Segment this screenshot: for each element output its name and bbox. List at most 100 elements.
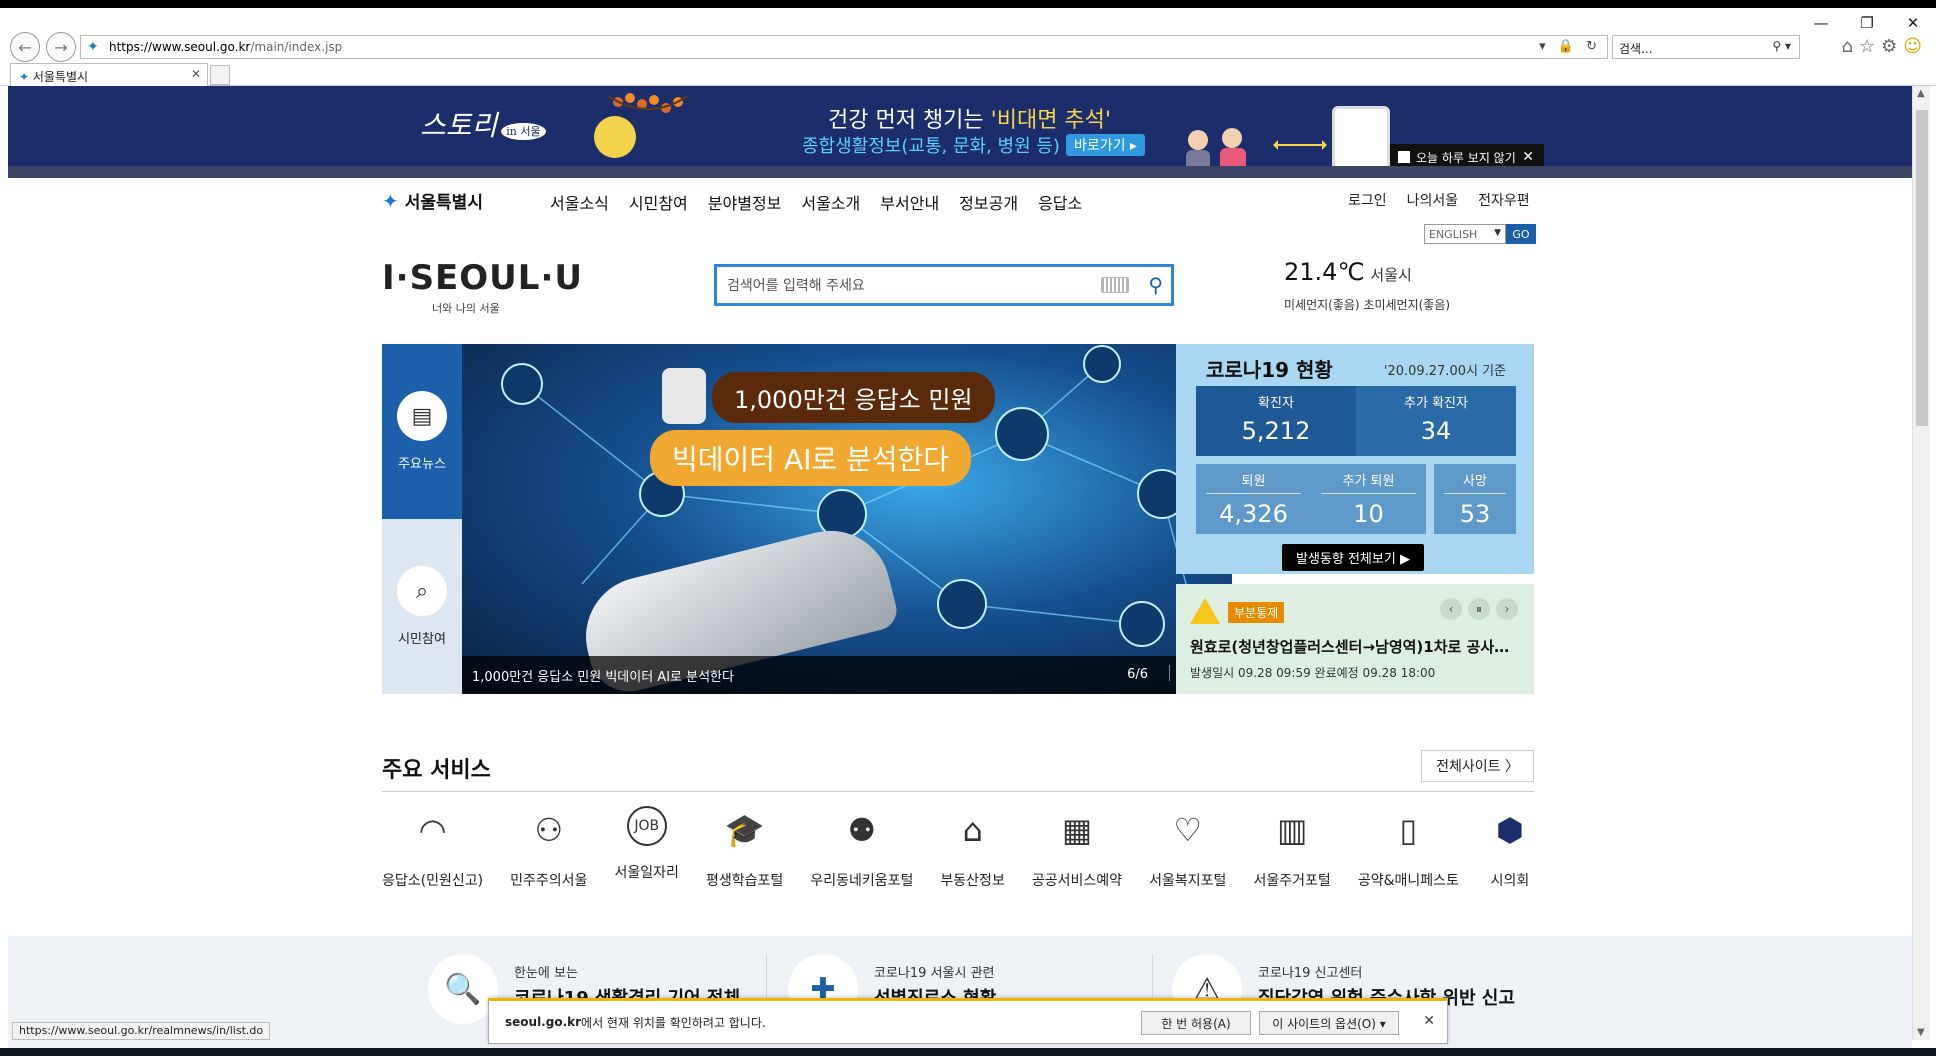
search-icon[interactable]: ⚲ ▾: [1772, 39, 1791, 53]
confirmed-value: 5,212: [1241, 417, 1311, 445]
story-in-seoul-logo: 스토리 in 서울: [420, 104, 546, 144]
allow-once-button[interactable]: 한 번 허용(A): [1141, 1011, 1251, 1035]
forward-button[interactable]: →: [46, 32, 76, 62]
traffic-notice[interactable]: 부분통제 ‹ ⏸ › 원효로(청년창업플러스센터→남영역)1차로 공사… 발생일시 …: [1176, 584, 1534, 694]
nav-item-departments[interactable]: 부서안내: [880, 190, 939, 214]
close-icon[interactable]: ✕: [1423, 1013, 1435, 1029]
site-options-button[interactable]: 이 사이트의 옵션(O) ▾: [1259, 1011, 1399, 1035]
status-url: https://www.seoul.go.kr/realmnews/in/lis…: [12, 1022, 271, 1040]
seoul-logo[interactable]: ✦ 서울특별시: [382, 188, 483, 214]
browser-search-input[interactable]: 검색... ⚲ ▾: [1612, 35, 1800, 59]
service-kium[interactable]: ⚉ 우리동네키움포털: [810, 806, 913, 906]
service-council[interactable]: ⬢ 시의회: [1486, 806, 1534, 906]
banner-go-button[interactable]: 바로가기 ▸: [1065, 134, 1145, 156]
nav-item-field-info[interactable]: 분야별정보: [708, 190, 782, 214]
close-icon[interactable]: ✕: [1522, 149, 1534, 165]
video-call-phone-icon: [1332, 106, 1390, 178]
browser-toolbar: ⌂☆⚙☺: [1842, 36, 1928, 57]
web-page: 스토리 in 서울 건강 먼저 챙기는 '비대면 추석' 종합생활정보(교통, 문…: [8, 86, 1912, 1050]
address-bar[interactable]: ✦ https://www.seoul.go.kr/main/index.jsp…: [80, 35, 1608, 59]
browser-chrome: — ❐ ✕ ← → ✦ https://www.seoul.go.kr/main…: [0, 0, 1936, 87]
covid-more-button[interactable]: 발생동향 전체보기 ▶: [1282, 544, 1424, 571]
scroll-thumb[interactable]: [1916, 110, 1928, 426]
news-caption-bar[interactable]: 1,000만건 응답소 민원 빅데이터 AI로 분석한다 6/6 ‹⏸›: [462, 656, 1232, 694]
covid-title: 코로나19 현황: [1206, 358, 1333, 382]
window-controls: — ❐ ✕: [1798, 8, 1936, 38]
scroll-up-icon[interactable]: ▲: [1917, 88, 1925, 99]
control-badge: 부분통제: [1228, 602, 1285, 623]
prev-icon[interactable]: ‹: [1440, 598, 1462, 620]
tab-favicon-icon: ✦: [19, 70, 33, 84]
restore-icon[interactable]: ❐: [1844, 8, 1890, 38]
keyboard-icon[interactable]: [1101, 277, 1129, 293]
service-housing[interactable]: ▥ 서울주거포털: [1253, 806, 1330, 906]
next-icon[interactable]: ›: [1496, 598, 1518, 620]
all-sites-button[interactable]: 전체사이트 〉: [1421, 750, 1534, 782]
hide-today-label: 오늘 하루 보지 않기: [1416, 150, 1516, 165]
elderly-couple-icon: [1186, 128, 1246, 178]
arrow-right-icon: →: [54, 37, 68, 57]
double-arrow-icon: [1273, 140, 1327, 150]
service-reservation[interactable]: ▦ 공공서비스예약: [1032, 806, 1122, 906]
new-tab-button[interactable]: [210, 65, 230, 85]
notify-site: seoul.go.kr: [505, 1015, 582, 1029]
service-welfare[interactable]: ♡ 서울복지포털: [1149, 806, 1226, 906]
close-tab-icon[interactable]: ✕: [191, 67, 201, 81]
top-banner[interactable]: 스토리 in 서울 건강 먼저 챙기는 '비대면 추석' 종합생활정보(교통, 문…: [8, 86, 1912, 178]
service-realestate[interactable]: ⌂ 부동산정보: [940, 806, 1004, 906]
i-seoul-u-logo[interactable]: I·SEOUL·U: [382, 258, 583, 298]
gear-icon[interactable]: ⚙: [1881, 36, 1903, 57]
calendar-check-icon: ▦: [1061, 811, 1093, 849]
vertical-scrollbar[interactable]: ▲ ▼: [1912, 86, 1930, 1040]
recovered-value: 4,326: [1219, 500, 1288, 528]
seoul-logo-text: 서울특별시: [404, 193, 483, 213]
services-header: 주요 서비스 전체사이트 〉: [382, 742, 1534, 792]
confirmed-box: 확진자 5,212: [1196, 386, 1356, 456]
close-window-icon[interactable]: ✕: [1890, 8, 1936, 38]
hide-today-checkbox[interactable]: [1398, 151, 1410, 163]
address-icons[interactable]: ▾ 🔒 ↻: [1539, 39, 1601, 54]
nav-item-news[interactable]: 서울소식: [550, 190, 609, 214]
email-link[interactable]: 전자우편: [1478, 190, 1530, 210]
weather-widget: 21.4℃ 서울시 미세먼지(좋음) 초미세먼지(좋음): [1284, 258, 1450, 313]
language-go-button[interactable]: GO: [1506, 224, 1536, 244]
star-icon[interactable]: ☆: [1859, 36, 1881, 57]
news-caption-text[interactable]: 1,000만건 응답소 민원 빅데이터 AI로 분석한다: [472, 666, 734, 685]
nav-item-about[interactable]: 서울소개: [801, 190, 860, 214]
nav-item-disclosure[interactable]: 정보공개: [959, 190, 1018, 214]
added-recovered-value: 10: [1353, 500, 1384, 528]
confirmed-label: 확진자: [1258, 396, 1294, 411]
back-button[interactable]: ←: [10, 32, 40, 62]
tab-main-news[interactable]: ▤ 주요뉴스: [382, 344, 477, 519]
nav-item-participation[interactable]: 시민참여: [629, 190, 688, 214]
smiley-icon[interactable]: ☺: [1903, 36, 1928, 57]
tab-citizen-participation[interactable]: ⌕ 시민참여: [382, 519, 462, 694]
search-icon[interactable]: ⚲: [1148, 273, 1163, 297]
seoul-favicon-icon: ✦: [87, 39, 99, 55]
traffic-title[interactable]: 원효로(청년창업플러스센터→남영역)1차로 공사…: [1190, 636, 1522, 657]
banner-close-bar[interactable]: 오늘 하루 보지 않기 ✕: [1390, 144, 1544, 170]
service-jobs[interactable]: JOB 서울일자리: [615, 806, 679, 906]
slide-headline-1: 1,000만건 응답소 민원: [712, 372, 995, 423]
my-seoul-link[interactable]: 나의서울: [1407, 190, 1459, 210]
group-heart-icon: ♡: [1173, 811, 1203, 849]
news-slide-image[interactable]: 1,000만건 응답소 민원 빅데이터 AI로 분석한다: [462, 344, 1232, 694]
service-learning[interactable]: 🎓 평생학습포털: [706, 806, 783, 906]
login-link[interactable]: 로그인: [1348, 190, 1387, 210]
service-manifesto[interactable]: ▯ 공약&매니페스토: [1358, 806, 1459, 906]
pause-icon[interactable]: ⏸: [1468, 598, 1490, 620]
added-confirmed-label: 추가 확진자: [1404, 396, 1468, 411]
minimize-icon[interactable]: —: [1798, 8, 1844, 38]
tab-main-news-label: 주요뉴스: [398, 457, 446, 472]
browser-tab[interactable]: ✦ 서울특별시 ✕: [10, 63, 208, 87]
home-icon[interactable]: ⌂: [1842, 36, 1859, 57]
service-response[interactable]: ◠ 응답소(민원신고): [382, 806, 483, 906]
nav-item-response[interactable]: 응답소: [1038, 190, 1082, 214]
scroll-down-icon[interactable]: ▼: [1917, 1027, 1925, 1038]
language-select[interactable]: ENGLISH: [1424, 224, 1506, 244]
death-label: 사망: [1444, 470, 1506, 494]
building-icon: ▥: [1276, 811, 1308, 849]
slogan-subtitle: 너와 나의 서울: [432, 302, 500, 315]
site-search-input[interactable]: 검색어를 입력해 주세요 ⚲: [714, 264, 1174, 306]
service-democracy[interactable]: ⚇ 민주주의서울: [510, 806, 587, 906]
